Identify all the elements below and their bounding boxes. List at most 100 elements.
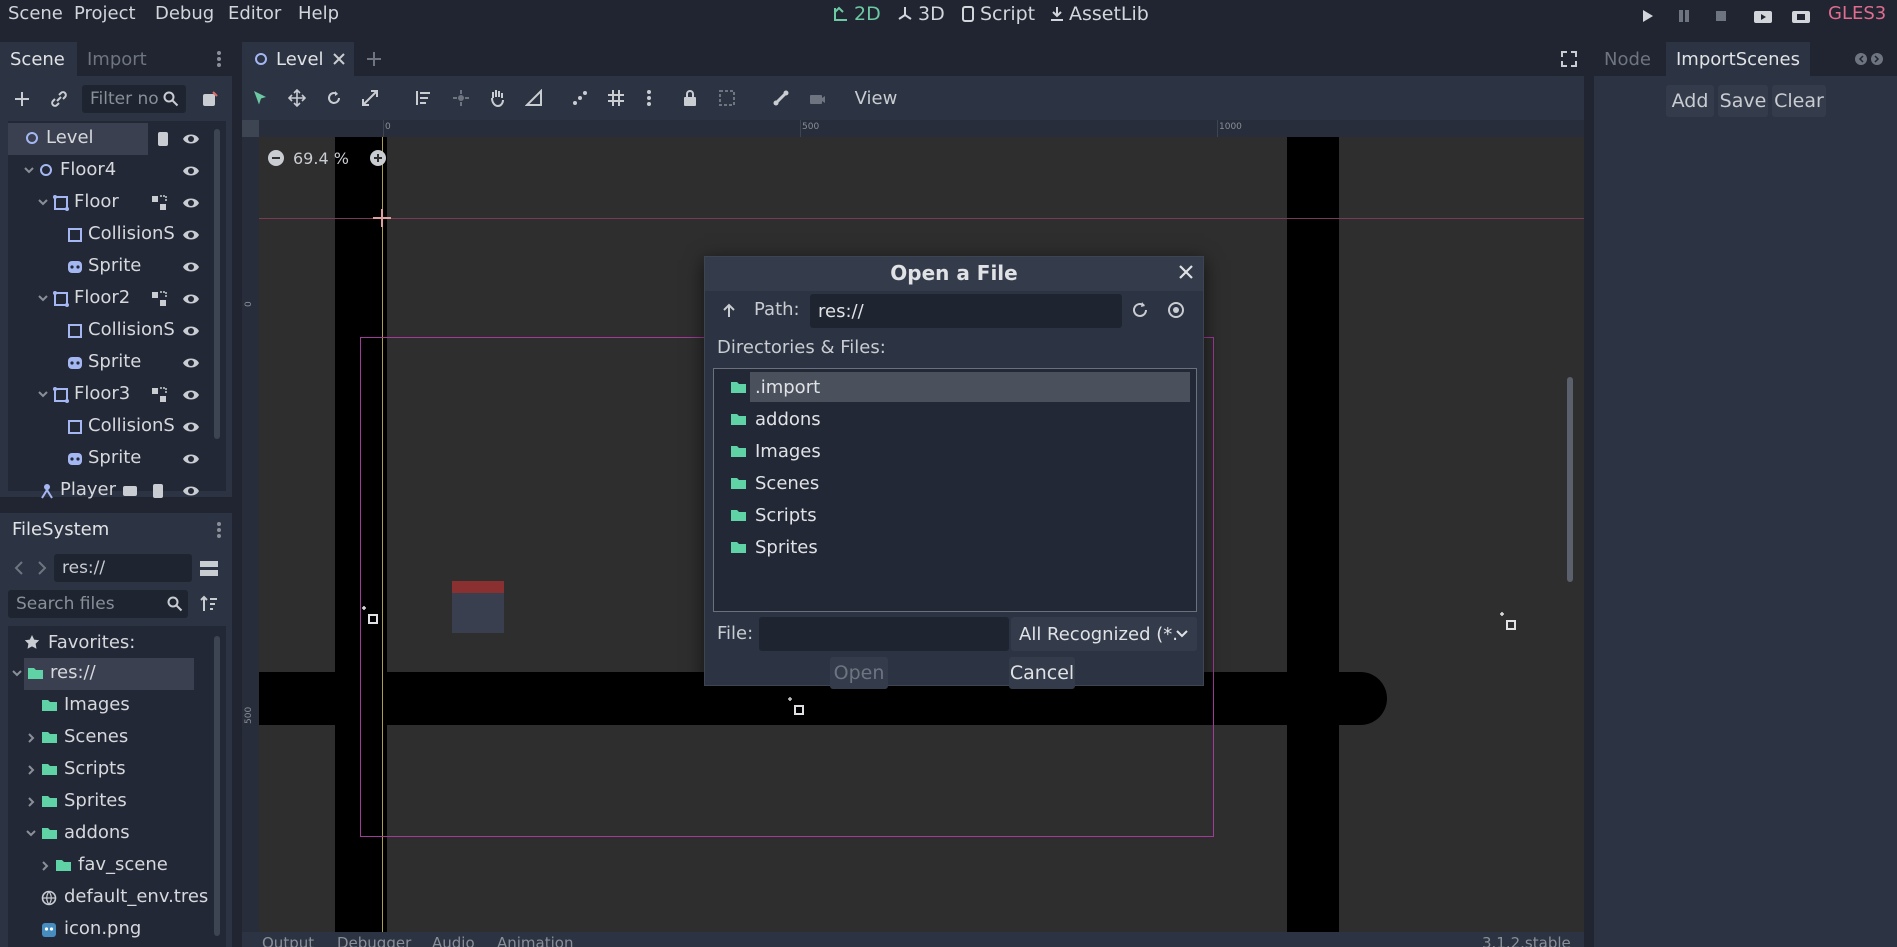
zoom-in-icon[interactable] — [369, 149, 387, 167]
group-icon[interactable] — [718, 89, 736, 107]
tab-scene[interactable]: Scene — [0, 42, 72, 76]
group-warning-icon[interactable] — [151, 291, 167, 307]
filesystem-item[interactable]: default_env.tres — [8, 882, 208, 914]
filesystem-item[interactable]: Scripts — [8, 754, 208, 786]
workspace-assetlib[interactable]: AssetLib — [1049, 3, 1149, 25]
move-tool-icon[interactable] — [288, 89, 306, 107]
link-icon[interactable] — [50, 90, 68, 108]
zoom-out-icon[interactable] — [267, 149, 285, 167]
file-list-item[interactable]: .import — [730, 371, 1190, 403]
file-list-item[interactable]: addons — [730, 403, 1190, 435]
snap-options-icon[interactable] — [646, 89, 652, 107]
visibility-eye-icon[interactable] — [182, 132, 200, 146]
scene-tree-item[interactable]: Sprite — [8, 443, 208, 475]
file-list-item[interactable]: Images — [730, 435, 1190, 467]
camera-override-icon[interactable] — [808, 89, 826, 107]
split-view-icon[interactable] — [199, 560, 219, 578]
open-button[interactable]: Open — [830, 657, 888, 689]
play-custom-scene-icon[interactable] — [1791, 8, 1811, 24]
chevron-right-icon[interactable] — [28, 765, 36, 775]
cancel-button[interactable]: Cancel — [1009, 657, 1075, 689]
workspace-script[interactable]: Script — [960, 3, 1035, 25]
group-warning-icon[interactable] — [151, 195, 167, 211]
chevron-down-icon[interactable] — [24, 167, 34, 175]
file-list-item[interactable]: Scripts — [730, 499, 1190, 531]
script-icon[interactable] — [151, 482, 165, 500]
scene-tree-item[interactable]: Player — [8, 475, 208, 507]
refresh-icon[interactable] — [1131, 301, 1149, 319]
tab-level[interactable]: Level — [242, 42, 354, 76]
dock-move-icon[interactable] — [1854, 52, 1884, 66]
visibility-eye-icon[interactable] — [182, 164, 200, 178]
chevron-down-icon[interactable] — [38, 199, 48, 207]
stop-icon[interactable] — [1713, 8, 1729, 24]
dock-menu-icon[interactable] — [216, 521, 222, 539]
filesystem-item[interactable]: Sprites — [8, 786, 208, 818]
visibility-eye-icon[interactable] — [182, 420, 200, 434]
snap-icon[interactable] — [571, 89, 589, 107]
filesystem-item[interactable]: res:// — [8, 658, 208, 690]
renderer-selector[interactable]: GLES3 — [1828, 3, 1886, 24]
visibility-eye-icon[interactable] — [182, 324, 200, 338]
add-node-icon[interactable] — [13, 90, 31, 108]
chevron-right-icon[interactable] — [42, 861, 50, 871]
zoom-level[interactable]: 69.4 % — [293, 149, 349, 168]
chevron-down-icon[interactable] — [38, 391, 48, 399]
path-field[interactable]: res:// — [810, 294, 1122, 328]
back-icon[interactable] — [14, 560, 24, 576]
clear-button[interactable]: Clear — [1772, 85, 1826, 117]
vertical-scrollbar[interactable] — [1567, 377, 1573, 582]
scene-tree-item[interactable]: Floor4 — [8, 155, 208, 187]
favorites-row[interactable]: Favorites: — [24, 626, 135, 658]
new-tab-icon[interactable] — [365, 50, 383, 68]
close-icon[interactable] — [332, 52, 346, 66]
add-button[interactable]: Add — [1666, 85, 1714, 117]
list-select-icon[interactable] — [415, 89, 433, 107]
filesystem-item[interactable]: addons — [8, 818, 208, 850]
close-icon[interactable] — [1178, 264, 1194, 280]
filesystem-path-field[interactable]: res:// — [54, 554, 192, 582]
chevron-right-icon[interactable] — [28, 733, 36, 743]
scene-tree-item[interactable]: Floor — [8, 187, 208, 219]
view-menu[interactable]: View — [846, 82, 906, 114]
filter-select[interactable]: All Recognized (*. — [1011, 617, 1197, 651]
workspace-3d[interactable]: 3D — [896, 3, 945, 25]
menu-editor[interactable]: Editor — [228, 3, 281, 24]
workspace-2d[interactable]: 2D — [832, 3, 881, 25]
visibility-eye-icon[interactable] — [182, 452, 200, 466]
scene-options-icon[interactable] — [201, 90, 219, 108]
lock-icon[interactable] — [682, 89, 698, 107]
sort-icon[interactable] — [200, 595, 218, 613]
filesystem-item[interactable]: Images — [8, 690, 208, 722]
filesystem-scrollbar[interactable] — [214, 636, 220, 936]
scene-tree-item[interactable]: Level — [8, 123, 199, 155]
visibility-eye-icon[interactable] — [182, 484, 200, 498]
visibility-eye-icon[interactable] — [182, 292, 200, 306]
menu-project[interactable]: Project — [74, 3, 136, 24]
chevron-down-icon[interactable] — [38, 295, 48, 303]
menu-help[interactable]: Help — [298, 3, 339, 24]
tab-node[interactable]: Node — [1594, 42, 1661, 76]
visibility-eye-icon[interactable] — [182, 228, 200, 242]
select-tool-icon[interactable] — [252, 89, 268, 107]
scene-tree-scrollbar[interactable] — [214, 129, 220, 439]
pivot-tool-icon[interactable] — [452, 89, 470, 107]
play-icon[interactable] — [1639, 8, 1655, 24]
visibility-eye-icon[interactable] — [182, 356, 200, 370]
tab-importscenes[interactable]: ImportScenes — [1666, 42, 1810, 76]
filesystem-item[interactable]: fav_scene — [8, 850, 208, 882]
forward-icon[interactable] — [37, 560, 47, 576]
scale-tool-icon[interactable] — [361, 89, 379, 107]
scene-tree-item[interactable]: CollisionS — [8, 219, 208, 251]
bone-icon[interactable] — [772, 89, 790, 107]
chevron-right-icon[interactable] — [28, 797, 36, 807]
filesystem-item[interactable]: Scenes — [8, 722, 208, 754]
dock-menu-icon[interactable] — [216, 50, 222, 68]
ruler-tool-icon[interactable] — [525, 89, 543, 107]
play-scene-icon[interactable] — [1753, 8, 1773, 24]
visibility-eye-icon[interactable] — [182, 196, 200, 210]
tab-import[interactable]: Import — [77, 42, 232, 76]
show-hidden-icon[interactable] — [1167, 301, 1185, 319]
menu-debug[interactable]: Debug — [155, 3, 214, 24]
player-sprite[interactable] — [452, 581, 504, 633]
